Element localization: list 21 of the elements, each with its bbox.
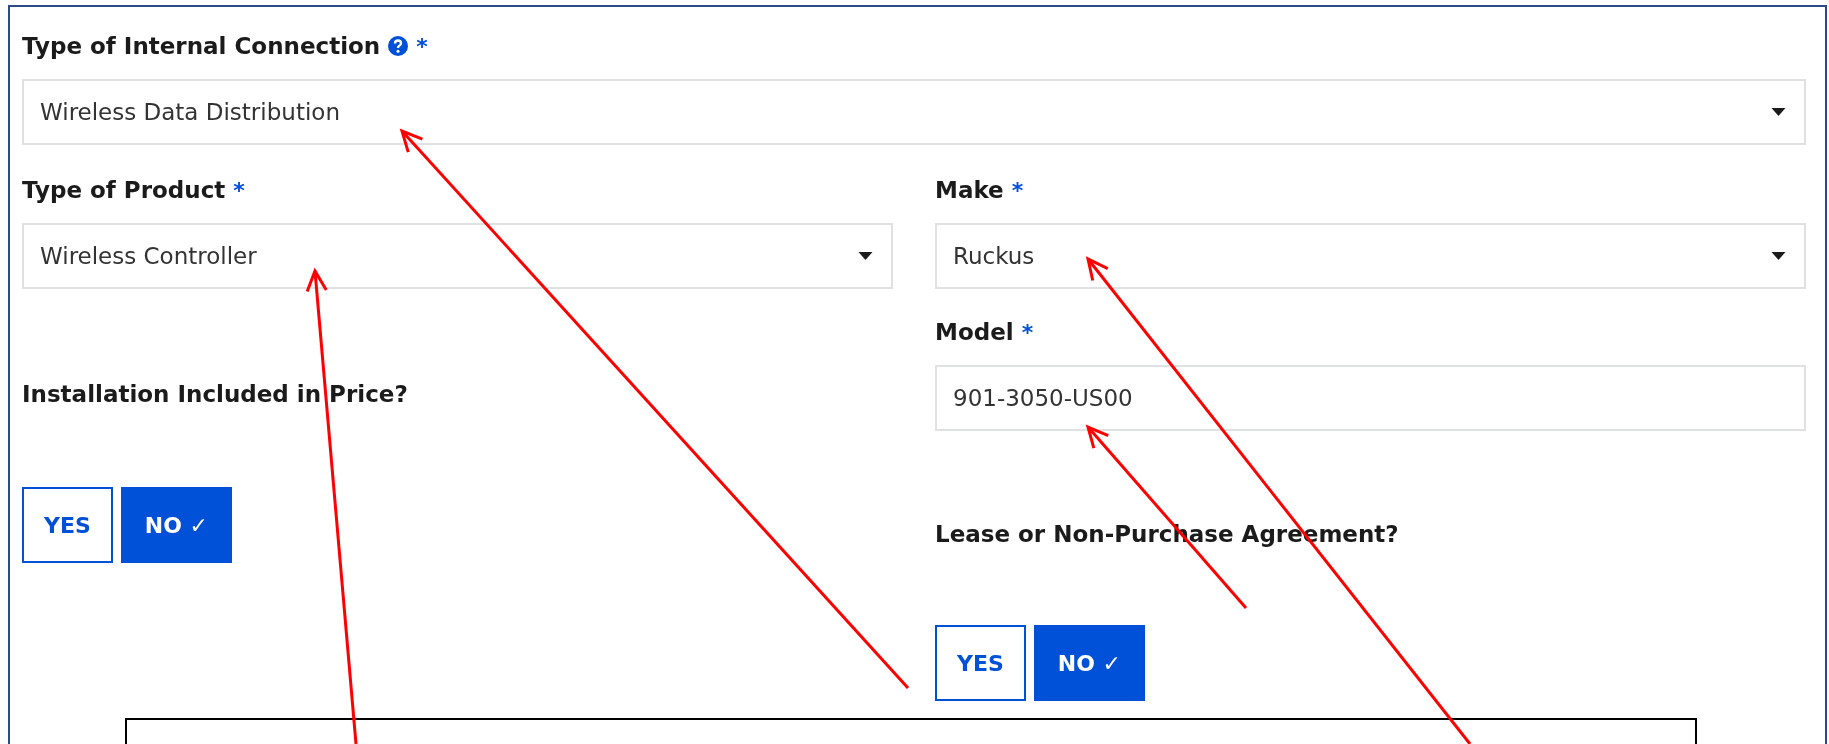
dropdown-field[interactable]: Ruckus: [935, 223, 1806, 289]
input-field[interactable]: 901-3050-US00: [935, 365, 1806, 431]
caret-icon: [1771, 252, 1786, 260]
yes-button[interactable]: YES: [935, 625, 1026, 701]
dropdown-field[interactable]: Wireless Data Distribution: [22, 79, 1806, 145]
caret-icon: [1771, 108, 1786, 116]
no-button[interactable]: NO ✓: [1033, 625, 1146, 701]
no-button[interactable]: NO ✓: [120, 487, 233, 563]
required-mark: *: [233, 177, 245, 203]
field-label: Installation Included in Price?: [22, 381, 408, 407]
yes-button[interactable]: YES: [22, 487, 113, 563]
caret-icon: [858, 252, 873, 260]
field-label: Make: [935, 177, 1004, 203]
required-mark: *: [416, 33, 428, 59]
field-label: Model: [935, 319, 1014, 345]
field-label: Type of Internal Connection: [22, 33, 381, 59]
help-icon[interactable]: [388, 36, 409, 56]
dropdown-field[interactable]: Wireless Controller: [22, 223, 893, 289]
field-label: Type of Product: [22, 177, 226, 203]
required-mark: *: [1021, 319, 1034, 345]
required-mark: *: [1011, 177, 1024, 203]
